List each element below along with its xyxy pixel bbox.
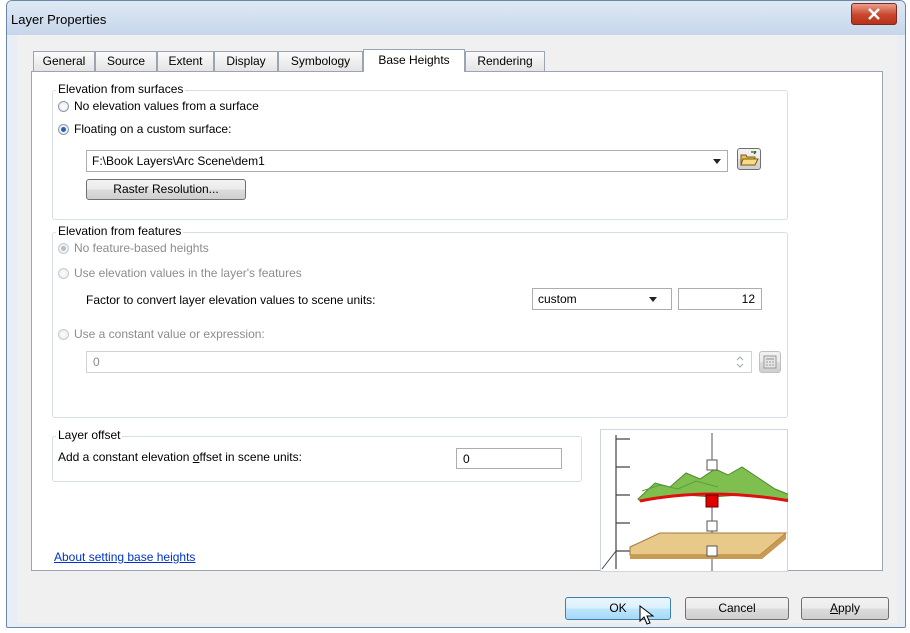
floating-surface-label[interactable]: Floating on a custom surface: [74,122,231,136]
offset-input[interactable]: 0 [456,448,562,469]
surfaces-legend: Elevation from surfaces [56,82,186,96]
expression-input[interactable]: 0 [86,351,752,373]
factor-input[interactable]: 12 [678,288,762,310]
calculator-icon [763,355,777,369]
cancel-button[interactable]: Cancel [685,597,789,620]
dialog-client: General Source Extent Display Symbology … [17,35,897,625]
close-icon [868,8,880,20]
title-bar[interactable]: Layer Properties [7,1,905,35]
apply-button[interactable]: Apply [801,597,889,620]
open-folder-icon [740,151,759,166]
no-surface-label[interactable]: No elevation values from a surface [74,99,259,113]
features-legend: Elevation from features [56,224,184,238]
tab-base-heights[interactable]: Base Heights [363,49,465,72]
offset-legend: Layer offset [56,428,123,442]
chevron-down-icon [649,297,657,302]
tab-display[interactable]: Display [214,51,278,71]
offset-label: Add a constant elevation offset in scene… [58,450,302,464]
tab-symbology[interactable]: Symbology [278,51,363,71]
factor-value: 12 [741,292,755,306]
tab-rendering[interactable]: Rendering [465,51,545,71]
chevron-down-icon [713,159,721,164]
unit-combo[interactable]: custom [532,288,672,310]
surface-path-combo[interactable]: F:\Book Layers\Arc Scene\dem1 [86,150,728,172]
window-title: Layer Properties [11,12,107,27]
no-surface-radio[interactable] [58,101,69,112]
surface-path-value: F:\Book Layers\Arc Scene\dem1 [92,154,265,168]
factor-label: Factor to convert layer elevation values… [86,293,376,307]
tab-source[interactable]: Source [95,51,157,71]
no-feature-heights-radio[interactable] [58,243,69,254]
expression-value: 0 [93,355,100,369]
tab-general[interactable]: General [33,51,95,71]
unit-combo-value: custom [538,292,577,306]
constant-expression-radio[interactable] [58,329,69,340]
tab-extent[interactable]: Extent [157,51,214,71]
base-heights-illustration [600,429,788,572]
base-heights-panel: Elevation from surfaces No elevation val… [31,71,883,572]
layer-properties-window: Layer Properties General Source Extent D… [6,0,906,628]
close-button[interactable] [851,3,897,25]
browse-surface-button[interactable] [737,148,761,170]
expression-builder-button[interactable] [759,351,781,373]
layer-elevation-label[interactable]: Use elevation values in the layer's feat… [74,266,302,280]
no-feature-heights-label[interactable]: No feature-based heights [74,241,209,255]
features-group [52,232,788,418]
about-base-heights-link[interactable]: About setting base heights [54,550,195,564]
mouse-cursor-icon [639,605,655,625]
offset-value: 0 [463,452,470,466]
constant-expression-label[interactable]: Use a constant value or expression: [74,327,265,341]
floating-surface-radio[interactable] [58,124,69,135]
raster-resolution-button[interactable]: Raster Resolution... [86,179,246,200]
layer-elevation-radio[interactable] [58,268,69,279]
spinner-icon[interactable] [735,355,745,369]
